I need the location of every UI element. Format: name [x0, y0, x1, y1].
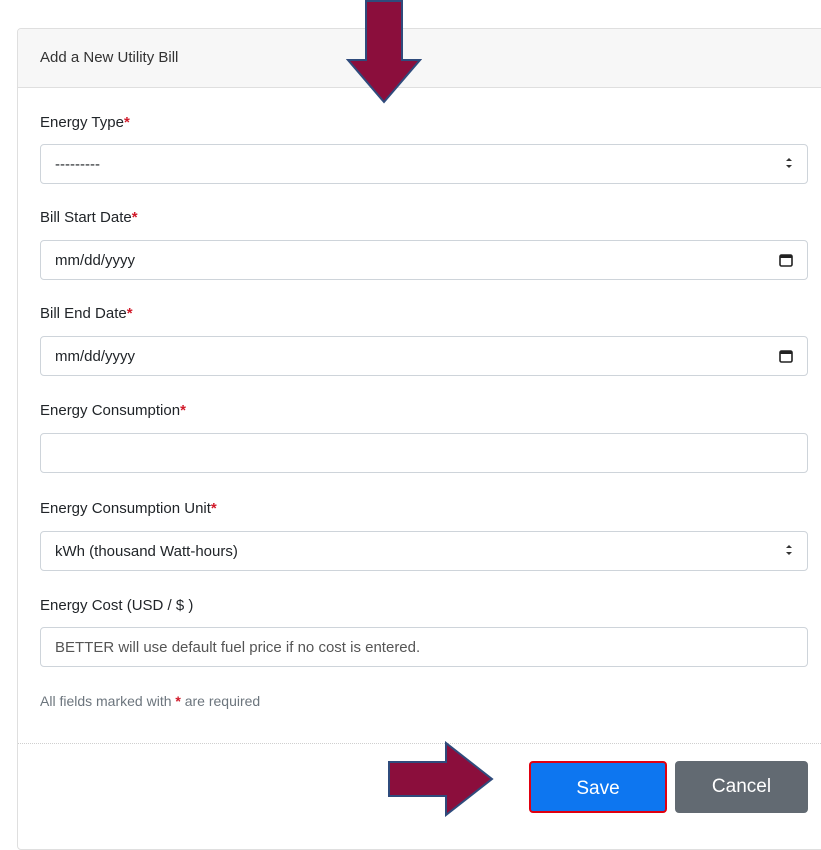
bill-end-date-input[interactable]: mm/dd/yyyy [40, 336, 808, 376]
cancel-button[interactable]: Cancel [675, 761, 808, 813]
energy-type-value: --------- [55, 156, 100, 173]
bill-end-date-label: Bill End Date* [40, 305, 133, 322]
bill-start-date-value: mm/dd/yyyy [55, 252, 136, 269]
required-mark: * [180, 402, 186, 419]
energy-cost-input[interactable]: BETTER will use default fuel price if no… [40, 627, 808, 667]
bill-start-date-label: Bill Start Date* [40, 209, 138, 226]
required-fields-note: All fields marked with * are required [40, 693, 260, 709]
bill-end-date-label-text: Bill End Date [40, 305, 127, 322]
required-mark: * [131, 209, 138, 226]
energy-type-label-text: Energy Type [40, 114, 124, 131]
energy-consumption-input[interactable] [40, 433, 808, 473]
energy-type-select[interactable]: --------- [40, 144, 808, 184]
calendar-icon[interactable] [779, 253, 793, 267]
required-note-suffix: are required [180, 693, 261, 709]
energy-consumption-unit-select[interactable]: kWh (thousand Watt-hours) [40, 531, 808, 571]
energy-consumption-unit-value: kWh (thousand Watt-hours) [55, 543, 238, 560]
right-arrow-annotation [388, 741, 494, 817]
card-title: Add a New Utility Bill [40, 49, 179, 66]
bill-start-date-label-text: Bill Start Date [40, 209, 132, 226]
energy-cost-placeholder: BETTER will use default fuel price if no… [55, 639, 421, 656]
required-mark: * [123, 114, 130, 131]
calendar-icon[interactable] [779, 349, 793, 363]
energy-type-label: Energy Type* [40, 114, 130, 131]
required-note-prefix: All fields marked with [40, 693, 176, 709]
energy-cost-label-text: Energy Cost (USD / $ ) [40, 597, 194, 614]
up-down-caret-icon [786, 158, 792, 168]
energy-consumption-unit-label-text: Energy Consumption Unit [40, 500, 211, 517]
required-mark: * [210, 500, 217, 517]
energy-consumption-unit-label: Energy Consumption Unit* [40, 500, 217, 517]
bill-end-date-value: mm/dd/yyyy [55, 348, 136, 365]
down-arrow-annotation [346, 0, 422, 104]
up-down-caret-icon [786, 545, 792, 555]
energy-consumption-label-text: Energy Consumption [40, 402, 181, 419]
bill-start-date-input[interactable]: mm/dd/yyyy [40, 240, 808, 280]
required-mark: * [126, 305, 133, 322]
energy-consumption-label: Energy Consumption* [40, 402, 186, 419]
energy-cost-label: Energy Cost (USD / $ ) [40, 597, 193, 614]
save-button[interactable]: Save [529, 761, 667, 813]
